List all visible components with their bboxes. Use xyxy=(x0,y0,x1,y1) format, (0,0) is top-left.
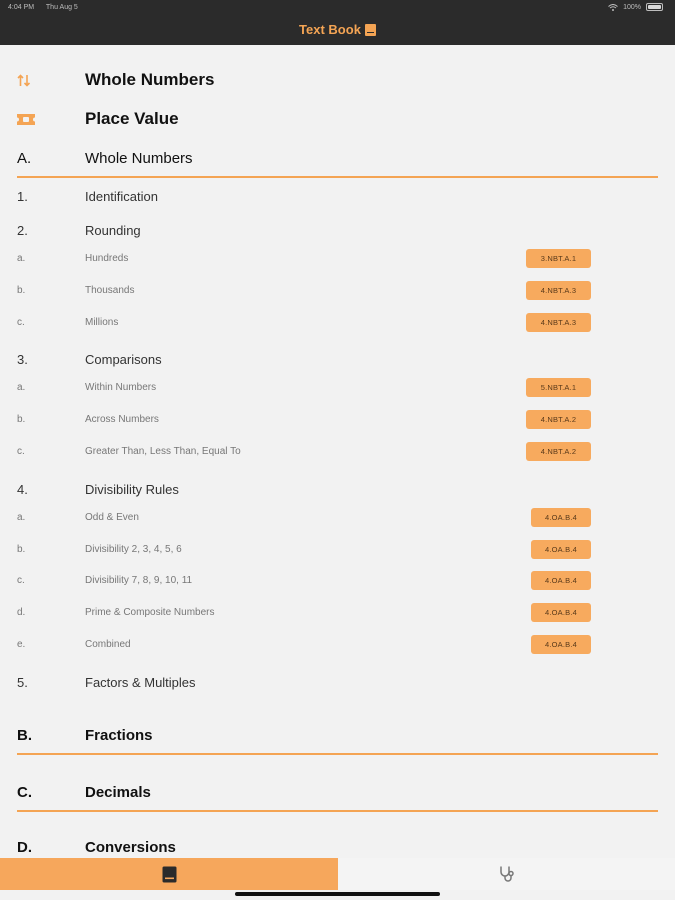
standard-badge: 4.OA.B.4 xyxy=(531,540,591,559)
item-number: 1. xyxy=(17,189,28,204)
tab-stethoscope[interactable] xyxy=(338,858,675,890)
standard-badge: 4.OA.B.4 xyxy=(531,571,591,590)
standard-badge: 4.NBT.A.3 xyxy=(526,313,591,332)
section-title: Fractions xyxy=(85,727,153,744)
section-title: Whole Numbers xyxy=(85,150,193,167)
item-number: 5. xyxy=(17,675,28,690)
tab-textbook[interactable] xyxy=(0,858,338,890)
item-number: 3. xyxy=(17,352,28,367)
standard-badge: 4.OA.B.4 xyxy=(531,635,591,654)
sub-item-label: Thousands xyxy=(85,285,135,296)
sub-item-label: Within Numbers xyxy=(85,382,157,393)
sub-item-letter: c. xyxy=(17,575,25,586)
standard-badge: 4.NBT.A.2 xyxy=(526,410,591,429)
battery-percent: 100% xyxy=(623,3,641,11)
sub-item-letter: b. xyxy=(17,414,26,425)
section-letter: B. xyxy=(17,727,32,744)
book-icon xyxy=(364,23,376,36)
page-title: Text Book xyxy=(299,22,361,37)
item-label: Identification xyxy=(85,189,158,204)
section-divider xyxy=(17,810,658,812)
section-divider xyxy=(17,753,658,755)
section-letter: D. xyxy=(17,839,32,856)
book-icon xyxy=(162,866,176,882)
standard-badge: 5.NBT.A.1 xyxy=(526,378,591,397)
status-bar-right: 100% xyxy=(608,3,663,11)
navigation-bar: 4:04 PM Thu Aug 5 100% Text Book xyxy=(0,0,675,45)
status-bar-left: 4:04 PM Thu Aug 5 xyxy=(8,4,88,11)
item-number: 4. xyxy=(17,482,28,497)
heading-label: Whole Numbers xyxy=(85,70,215,89)
heading-label: Place Value xyxy=(85,109,179,128)
section-title: Conversions xyxy=(85,839,176,856)
standard-badge: 4.NBT.A.2 xyxy=(526,442,591,461)
sub-item-label: Divisibility 7, 8, 9, 10, 11 xyxy=(85,575,193,586)
sub-item-label: Prime & Composite Numbers xyxy=(85,607,215,618)
stethoscope-icon xyxy=(499,866,514,882)
battery-icon xyxy=(646,3,663,11)
sub-item-letter: b. xyxy=(17,285,26,296)
sub-item-letter: c. xyxy=(17,446,25,457)
wifi-icon xyxy=(608,3,618,11)
item-label: Divisibility Rules xyxy=(85,482,179,497)
sort-icon xyxy=(17,74,31,87)
sub-item-label: Divisibility 2, 3, 4, 5, 6 xyxy=(85,544,182,555)
standard-badge: 4.NBT.A.3 xyxy=(526,281,591,300)
item-number: 2. xyxy=(17,223,28,238)
header-title-group: Text Book xyxy=(0,22,675,37)
sub-item-label: Odd & Even xyxy=(85,512,139,523)
status-date: Thu Aug 5 xyxy=(45,4,78,11)
section-title: Decimals xyxy=(85,784,151,801)
sub-item-letter: a. xyxy=(17,512,26,523)
tab-bar xyxy=(0,858,675,890)
section-divider xyxy=(17,176,658,178)
ticket-icon xyxy=(17,114,35,125)
item-label: Factors & Multiples xyxy=(85,675,196,690)
section-letter: A. xyxy=(17,150,32,167)
item-label: Comparisons xyxy=(85,352,162,367)
sub-item-letter: c. xyxy=(17,317,25,328)
textbook-contents: Whole Numbers Place Value A. Whole Numbe… xyxy=(0,45,675,858)
sub-item-label: Across Numbers xyxy=(85,414,159,425)
status-time: 4:04 PM xyxy=(8,4,35,11)
standard-badge: 4.OA.B.4 xyxy=(531,508,591,527)
sub-item-letter: e. xyxy=(17,639,26,650)
sub-item-label: Greater Than, Less Than, Equal To xyxy=(85,446,241,457)
sub-item-letter: a. xyxy=(17,382,26,393)
sub-item-letter: d. xyxy=(17,607,26,618)
sub-item-label: Combined xyxy=(85,639,131,650)
sub-item-letter: b. xyxy=(17,544,26,555)
standard-badge: 3.NBT.A.1 xyxy=(526,249,591,268)
home-indicator[interactable] xyxy=(235,892,440,896)
sub-item-letter: a. xyxy=(17,253,26,264)
section-letter: C. xyxy=(17,784,32,801)
standard-badge: 4.OA.B.4 xyxy=(531,603,591,622)
sub-item-label: Hundreds xyxy=(85,253,129,264)
item-label: Rounding xyxy=(85,223,141,238)
sub-item-label: Millions xyxy=(85,317,119,328)
